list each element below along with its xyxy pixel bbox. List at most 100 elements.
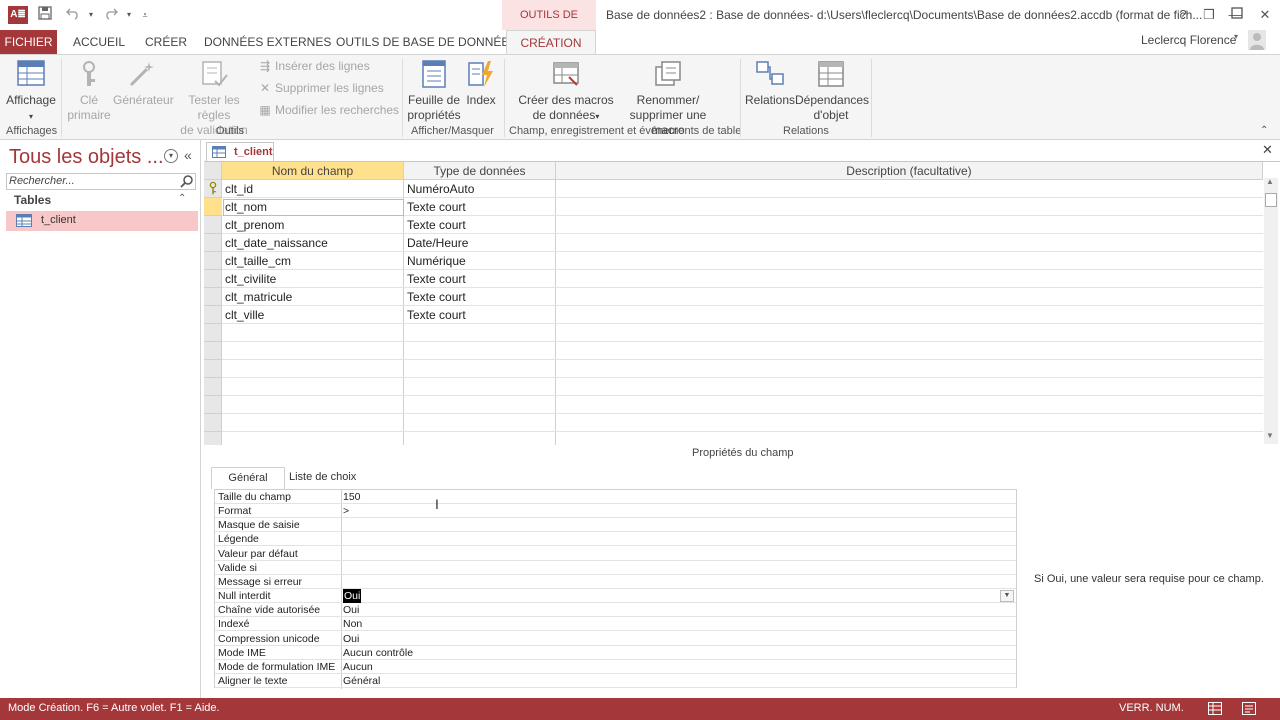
field-name-cell[interactable]: clt_taille_cm	[222, 252, 403, 270]
table-row[interactable]	[222, 396, 1263, 414]
save-icon[interactable]	[36, 6, 54, 24]
customize-toolbar-icon[interactable]: ⩡	[136, 6, 154, 24]
table-row[interactable]	[222, 378, 1263, 396]
property-dropdown-icon[interactable]: ▼	[1000, 590, 1014, 603]
design-view-status-icon[interactable]	[1242, 702, 1256, 715]
row-selector[interactable]	[204, 324, 222, 342]
search-icon[interactable]	[180, 174, 194, 188]
field-name-cell[interactable]: clt_civilite	[222, 270, 403, 288]
property-row[interactable]: Aligner le texte Général	[215, 674, 1016, 688]
tab-donnees-externes[interactable]: DONNÉES EXTERNES	[204, 30, 331, 54]
table-row[interactable]	[222, 342, 1263, 360]
row-selector[interactable]	[204, 360, 222, 378]
row-selector[interactable]	[204, 252, 222, 270]
data-type-cell[interactable]: Texte court	[404, 270, 555, 288]
undo-dropdown-icon[interactable]: ▾	[82, 6, 100, 24]
table-row[interactable]: clt_id NuméroAuto	[222, 180, 1263, 198]
affichage-button[interactable]: Affichage ▾	[5, 59, 57, 124]
data-type-cell[interactable]: Texte court	[404, 198, 555, 216]
property-row[interactable]: Message si erreur	[215, 575, 1016, 589]
description-cell[interactable]	[556, 252, 1256, 270]
property-row[interactable]: Null interdit Oui ▼	[215, 589, 1016, 604]
description-cell[interactable]	[556, 288, 1256, 306]
dependances-objet-button[interactable]: Dépendances d'objet	[795, 59, 869, 123]
property-row[interactable]: Légende	[215, 532, 1016, 547]
property-value[interactable]: Oui	[343, 589, 362, 604]
maximize-button[interactable]	[1228, 6, 1246, 24]
property-value[interactable]: Aucun contrôle	[343, 646, 413, 660]
table-row[interactable]: clt_civilite Texte court	[222, 270, 1263, 288]
property-row[interactable]: Mode de formulation IME Aucun	[215, 660, 1016, 674]
supprimer-lignes-button[interactable]: ✕ Supprimer les lignes	[258, 81, 384, 95]
tab-outils-base-de-donnees[interactable]: OUTILS DE BASE DE DONNÉES	[336, 30, 517, 54]
property-row[interactable]: Valeur par défaut	[215, 547, 1016, 561]
property-row[interactable]: Taille du champ 150	[215, 490, 1016, 504]
tab-file[interactable]: FICHIER	[0, 30, 57, 54]
data-type-cell[interactable]: Numérique	[404, 252, 555, 270]
row-selector[interactable]	[204, 378, 222, 396]
property-row[interactable]: Chaîne vide autorisée Oui	[215, 603, 1016, 618]
property-value[interactable]: Général	[343, 674, 380, 688]
modifier-recherches-button[interactable]: ▦ Modifier les recherches	[258, 103, 399, 117]
property-value[interactable]: Oui	[343, 603, 359, 617]
property-value[interactable]: Oui	[343, 632, 359, 646]
description-cell[interactable]	[556, 270, 1256, 288]
creer-macros-button[interactable]: Créer des macros de données▾	[517, 59, 615, 124]
close-window-button[interactable]: ✕	[1256, 6, 1274, 24]
property-value[interactable]: Non	[343, 617, 362, 631]
scroll-down-icon[interactable]: ▼	[1266, 431, 1274, 440]
property-value[interactable]: >	[343, 504, 349, 518]
nav-pane-title[interactable]: Tous les objets ...	[9, 146, 164, 169]
access-app-icon[interactable]: A≣	[8, 6, 28, 24]
property-value[interactable]: Aucun	[343, 660, 373, 674]
collapse-ribbon-icon[interactable]: ⌃	[1260, 125, 1268, 136]
property-row[interactable]: Format >	[215, 504, 1016, 519]
generateur-button[interactable]: Générateur	[113, 59, 174, 108]
table-row[interactable]: clt_prenom Texte court	[222, 216, 1263, 234]
nav-section-tables[interactable]: Tables	[14, 193, 51, 207]
tab-creer[interactable]: CRÉER	[145, 30, 187, 54]
row-selector[interactable]	[204, 270, 222, 288]
data-type-cell[interactable]: NuméroAuto	[404, 180, 555, 198]
feuille-proprietes-button[interactable]: Feuille de propriétés	[406, 59, 462, 123]
chevron-up-icon[interactable]: ⌃	[178, 193, 186, 204]
field-name-cell[interactable]: clt_ville	[222, 306, 403, 324]
property-row[interactable]: Indexé Non	[215, 617, 1016, 632]
row-selector[interactable]	[204, 288, 222, 306]
property-row[interactable]: Valide si	[215, 561, 1016, 575]
field-name-cell[interactable]: clt_date_naissance	[222, 234, 403, 252]
help-button[interactable]: ?	[1174, 6, 1192, 24]
close-document-button[interactable]: ✕	[1262, 142, 1273, 158]
tab-accueil[interactable]: ACCUEIL	[73, 30, 125, 54]
tab-creation[interactable]: CRÉATION	[506, 30, 596, 55]
table-row[interactable]: clt_taille_cm Numérique	[222, 252, 1263, 270]
tab-general[interactable]: Général	[211, 467, 285, 489]
cle-primaire-button[interactable]: Clé primaire	[64, 59, 114, 123]
description-cell[interactable]	[556, 198, 1256, 216]
table-row[interactable]	[222, 360, 1263, 378]
row-selector[interactable]	[204, 180, 222, 198]
description-cell[interactable]	[556, 234, 1256, 252]
doc-tab-t-client[interactable]: t_client	[206, 142, 274, 161]
field-name-cell[interactable]: clt_id	[222, 180, 403, 198]
description-cell[interactable]	[556, 180, 1256, 198]
table-row[interactable]: clt_ville Texte court	[222, 306, 1263, 324]
table-row[interactable]	[222, 324, 1263, 342]
property-row[interactable]: Mode IME Aucun contrôle	[215, 646, 1016, 660]
data-type-cell[interactable]: Texte court	[404, 306, 555, 324]
grid-vertical-scrollbar[interactable]: ▲ ▼	[1264, 177, 1278, 444]
user-name[interactable]: Leclercq Florence	[1141, 30, 1236, 50]
row-selector[interactable]	[204, 234, 222, 252]
tab-liste-de-choix[interactable]: Liste de choix	[289, 471, 356, 483]
ribbon-display-options-icon[interactable]: ❒	[1200, 6, 1218, 24]
data-type-cell[interactable]: Texte court	[404, 216, 555, 234]
field-name-cell[interactable]: clt_matricule	[222, 288, 403, 306]
description-cell[interactable]	[556, 216, 1256, 234]
index-button[interactable]: Index	[464, 59, 498, 108]
relations-button[interactable]: Relations	[744, 59, 796, 108]
row-selector[interactable]	[204, 306, 222, 324]
row-selector[interactable]	[204, 414, 222, 432]
property-value[interactable]: 150	[343, 490, 361, 504]
user-avatar[interactable]	[1248, 30, 1266, 50]
description-cell[interactable]	[556, 306, 1256, 324]
